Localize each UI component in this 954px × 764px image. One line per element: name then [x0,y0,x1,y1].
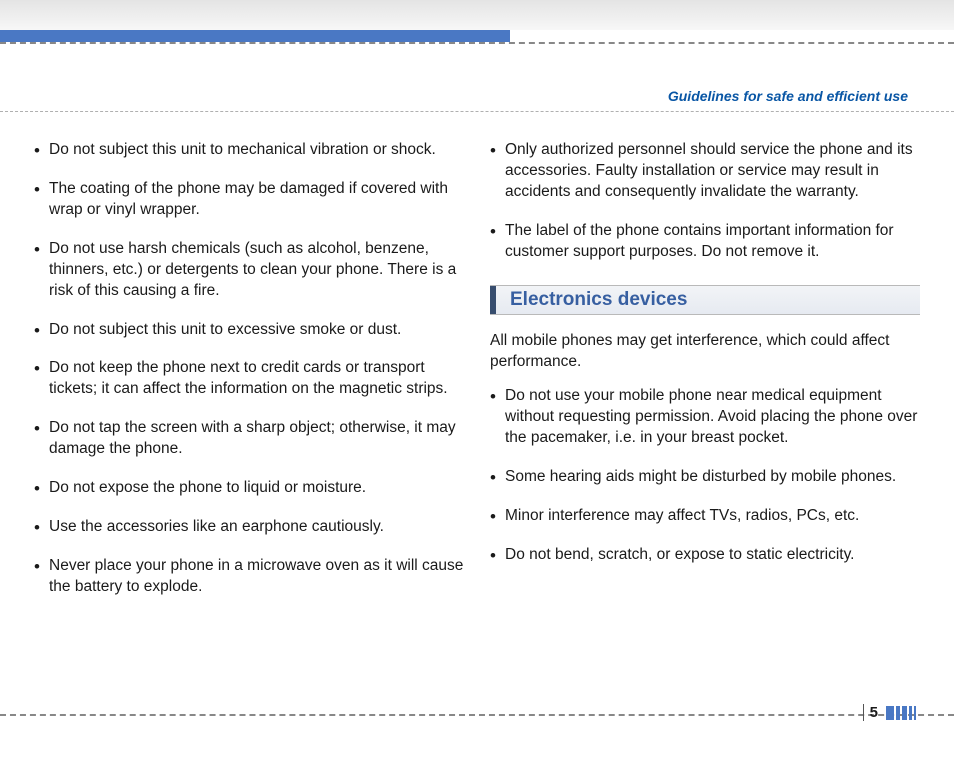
header-dash-line [0,42,954,44]
section-intro-text: All mobile phones may get interference, … [490,331,920,373]
list-item: Do not expose the phone to liquid or moi… [34,478,464,499]
content-columns: Do not subject this unit to mechanical v… [34,140,920,700]
title-underline-dash [0,111,954,112]
list-item: Never place your phone in a microwave ov… [34,556,464,598]
list-item: Do not use your mobile phone near medica… [490,386,920,449]
right-column: Only authorized personnel should service… [490,140,920,700]
electronics-bullet-list: Do not use your mobile phone near medica… [490,386,920,566]
list-item: Some hearing aids might be disturbed by … [490,467,920,488]
list-item: Do not subject this unit to mechanical v… [34,140,464,161]
header-gradient-bar [0,0,954,30]
list-item: Use the accessories like an earphone cau… [34,517,464,538]
list-item: Do not bend, scratch, or expose to stati… [490,545,920,566]
list-item: Do not use harsh chemicals (such as alco… [34,239,464,302]
footer-dash-line [0,714,954,716]
list-item: Minor interference may affect TVs, radio… [490,506,920,527]
list-item: Do not tap the screen with a sharp objec… [34,418,464,460]
list-item: Do not subject this unit to excessive sm… [34,320,464,341]
section-heading-bar-icon [490,286,496,314]
list-item: Do not keep the phone next to credit car… [34,358,464,400]
right-top-bullet-list: Only authorized personnel should service… [490,140,920,263]
section-heading: Electronics devices [490,285,920,315]
section-title: Guidelines for safe and efficient use [668,88,908,104]
left-column: Do not subject this unit to mechanical v… [34,140,464,700]
left-bullet-list: Do not subject this unit to mechanical v… [34,140,464,598]
section-heading-text: Electronics devices [510,287,687,313]
header-blue-accent [0,30,510,42]
page-barcode-icon [886,706,916,720]
list-item: Only authorized personnel should service… [490,140,920,203]
page-number-wrap: 5 [863,704,916,721]
list-item: The label of the phone contains importan… [490,221,920,263]
manual-page: Guidelines for safe and efficient use Do… [0,0,954,764]
list-item: The coating of the phone may be damaged … [34,179,464,221]
page-number: 5 [863,704,878,721]
